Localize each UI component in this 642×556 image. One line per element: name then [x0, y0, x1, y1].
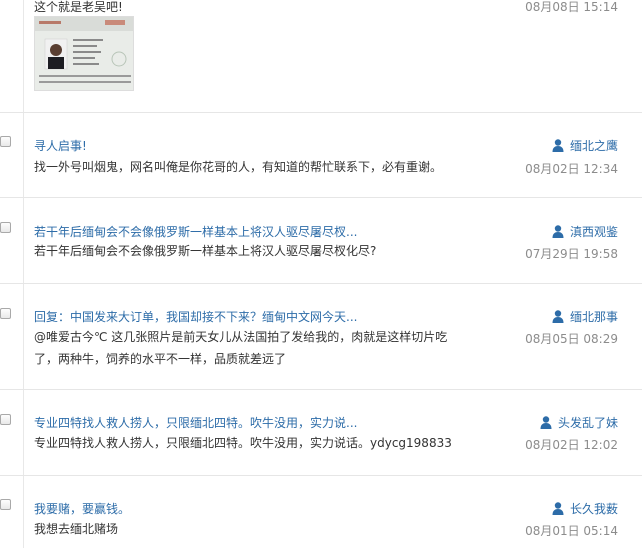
message-date: 08月01日 05:14	[525, 524, 618, 538]
message-row[interactable]: 专业四特找人救人捞人，只限缅北四特。吹牛没用，实力说... 头发乱了妹 专业四特…	[0, 390, 642, 476]
author-name[interactable]: 滇西观鉴	[570, 225, 618, 239]
row-checkbox[interactable]	[0, 136, 11, 147]
author-name[interactable]: 缅北之鹰	[570, 139, 618, 153]
message-title-link[interactable]: 回复：中国发来大订单，我国却接不下来？缅甸中文网今天...	[34, 308, 357, 325]
message-row[interactable]: 若干年后缅甸会不会像俄罗斯一样基本上将汉人驱尽屠尽杈... 滇西观鉴 若干年后缅…	[0, 198, 642, 284]
message-row: 这个就是老吴吧! 08月08日 15:14	[0, 0, 642, 113]
message-text: 我想去缅北赌场	[34, 522, 119, 536]
author-link[interactable]: 长久我薮	[552, 500, 618, 517]
user-icon	[540, 416, 552, 429]
message-title-link[interactable]: 若干年后缅甸会不会像俄罗斯一样基本上将汉人驱尽屠尽杈...	[34, 223, 357, 240]
passport-image	[35, 17, 133, 90]
user-icon	[552, 225, 564, 238]
message-date: 08月05日 08:29	[525, 332, 618, 346]
message-title-link[interactable]: 我要赌，要赢钱。	[34, 500, 130, 517]
message-text: 专业四特找人救人捞人，只限缅北四特。吹牛没用，实力说话。ydycg198833	[34, 436, 452, 450]
row-checkbox[interactable]	[0, 222, 11, 233]
message-title-link[interactable]: 专业四特找人救人捞人，只限缅北四特。吹牛没用，实力说...	[34, 414, 357, 431]
message-date: 07月29日 19:58	[525, 247, 618, 261]
author-link[interactable]: 滇西观鉴	[552, 223, 618, 240]
user-icon	[552, 310, 564, 323]
author-name[interactable]: 头发乱了妹	[558, 416, 618, 430]
row-checkbox[interactable]	[0, 499, 11, 510]
user-icon	[552, 139, 564, 152]
author-name[interactable]: 缅北那事	[570, 310, 618, 324]
user-icon	[552, 502, 564, 515]
message-title-link[interactable]: 寻人启事!	[34, 137, 87, 154]
author-link[interactable]: 缅北之鹰	[552, 137, 618, 154]
row-checkbox[interactable]	[0, 414, 11, 425]
message-date: 08月02日 12:02	[525, 438, 618, 452]
author-link[interactable]: 缅北那事	[552, 308, 618, 325]
message-text-line: 了，两种牛，饲养的水平不一样，品质就差远了	[34, 352, 287, 366]
message-text: 找一外号叫烟鬼，网名叫俺是你花哥的人，有知道的帮忙联系下，必有重谢。	[34, 160, 443, 174]
passport-photo-thumbnail[interactable]	[34, 16, 134, 91]
message-text-line: @唯爱古今℃ 这几张照片是前天女儿从法国拍了发给我的，肉就是这样切片吃	[34, 330, 448, 344]
message-row[interactable]: 回复：中国发来大订单，我国却接不下来？缅甸中文网今天... 缅北那事 @唯爱古今…	[0, 284, 642, 390]
row-checkbox[interactable]	[0, 308, 11, 319]
message-date: 08月08日 15:14	[525, 0, 618, 14]
message-row[interactable]: 我要赌，要赢钱。 长久我薮 我想去缅北赌场 08月01日 05:14	[0, 476, 642, 556]
message-text: 若干年后缅甸会不会像俄罗斯一样基本上将汉人驱尽屠尽杈化尽?	[34, 244, 377, 258]
author-link[interactable]: 头发乱了妹	[540, 414, 618, 431]
author-name[interactable]: 长久我薮	[570, 502, 618, 516]
message-date: 08月02日 12:34	[525, 162, 618, 176]
message-row[interactable]: 寻人启事! 缅北之鹰 找一外号叫烟鬼，网名叫俺是你花哥的人，有知道的帮忙联系下，…	[0, 113, 642, 198]
